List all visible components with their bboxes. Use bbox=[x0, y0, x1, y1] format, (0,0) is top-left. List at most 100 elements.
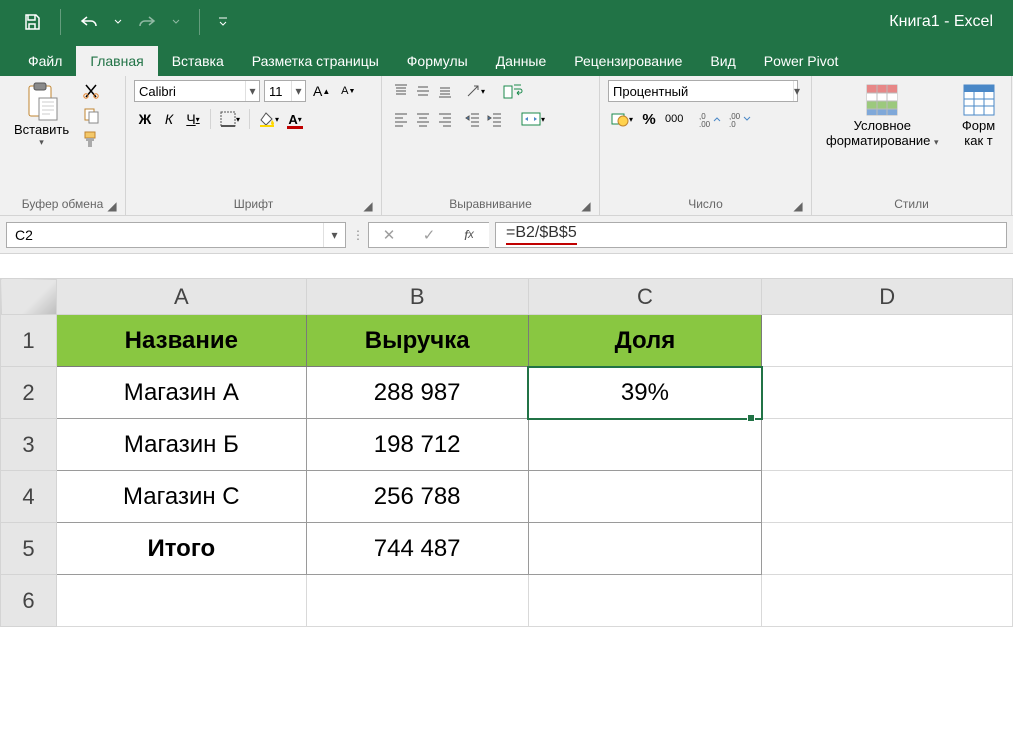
font-color-icon[interactable]: A▾ bbox=[284, 108, 306, 130]
cell-D6[interactable] bbox=[762, 575, 1013, 627]
cell-D4[interactable] bbox=[762, 471, 1013, 523]
tab-view[interactable]: Вид bbox=[696, 46, 749, 76]
font-size-input[interactable] bbox=[265, 84, 291, 99]
tab-file[interactable]: Файл bbox=[14, 46, 76, 76]
col-header-C[interactable]: C bbox=[528, 279, 762, 315]
font-name-input[interactable] bbox=[135, 84, 245, 99]
chevron-down-icon[interactable]: ▾ bbox=[323, 223, 345, 247]
decrease-indent-icon[interactable] bbox=[462, 108, 484, 130]
insert-function-icon[interactable]: fx bbox=[449, 223, 489, 247]
merge-center-icon[interactable]: ▾ bbox=[518, 108, 548, 130]
tab-page-layout[interactable]: Разметка страницы bbox=[238, 46, 393, 76]
align-center-icon[interactable] bbox=[412, 108, 434, 130]
increase-indent-icon[interactable] bbox=[484, 108, 506, 130]
select-all-corner[interactable] bbox=[1, 279, 57, 315]
cell-A3[interactable]: Магазин Б bbox=[56, 419, 306, 471]
cell-B4[interactable]: 256 788 bbox=[306, 471, 528, 523]
font-size-combo[interactable]: ▾ bbox=[264, 80, 306, 102]
align-middle-icon[interactable] bbox=[412, 80, 434, 102]
cell-B3[interactable]: 198 712 bbox=[306, 419, 528, 471]
cell-A4[interactable]: Магазин С bbox=[56, 471, 306, 523]
fill-handle[interactable] bbox=[747, 414, 755, 422]
enter-formula-icon[interactable]: ✓ bbox=[409, 223, 449, 247]
cell-A1[interactable]: Название bbox=[56, 315, 306, 367]
orientation-icon[interactable]: ▾ bbox=[462, 80, 488, 102]
row-header-6[interactable]: 6 bbox=[1, 575, 57, 627]
cell-D5[interactable] bbox=[762, 523, 1013, 575]
align-top-icon[interactable] bbox=[390, 80, 412, 102]
chevron-down-icon[interactable]: ▾ bbox=[291, 81, 305, 101]
tab-powerpivot[interactable]: Power Pivot bbox=[750, 46, 853, 76]
chevron-down-icon[interactable]: ▾ bbox=[793, 81, 800, 101]
spreadsheet-grid[interactable]: A B C D 1 Название Выручка Доля 2 Магази… bbox=[0, 278, 1013, 627]
cell-D1[interactable] bbox=[762, 315, 1013, 367]
fill-color-icon[interactable]: ▾ bbox=[256, 108, 282, 130]
accounting-format-icon[interactable]: ▾ bbox=[608, 108, 636, 130]
conditional-formatting-button[interactable]: Условное форматирование ▾ bbox=[820, 80, 945, 150]
number-launcher[interactable]: ◢ bbox=[791, 199, 805, 213]
row-header-3[interactable]: 3 bbox=[1, 419, 57, 471]
font-launcher[interactable]: ◢ bbox=[361, 199, 375, 213]
cell-B1[interactable]: Выручка bbox=[306, 315, 528, 367]
comma-format-icon[interactable]: 000 bbox=[662, 108, 686, 130]
cell-C2[interactable]: 39% bbox=[528, 367, 762, 419]
increase-font-icon[interactable]: A▲ bbox=[310, 80, 333, 102]
col-header-D[interactable]: D bbox=[762, 279, 1013, 315]
row-header-4[interactable]: 4 bbox=[1, 471, 57, 523]
save-icon[interactable] bbox=[18, 8, 46, 36]
cell-A5[interactable]: Итого bbox=[56, 523, 306, 575]
borders-icon[interactable]: ▾ bbox=[217, 108, 243, 130]
bold-button[interactable]: Ж bbox=[134, 108, 156, 130]
cell-C6[interactable] bbox=[528, 575, 762, 627]
decrease-decimal-icon[interactable]: ,00,0 bbox=[726, 108, 754, 130]
tab-insert[interactable]: Вставка bbox=[158, 46, 238, 76]
tab-data[interactable]: Данные bbox=[482, 46, 561, 76]
formula-bar-splitter[interactable]: ⋮ bbox=[352, 228, 362, 242]
name-box-input[interactable] bbox=[7, 227, 323, 243]
number-format-input[interactable] bbox=[609, 84, 793, 99]
cell-C3[interactable] bbox=[528, 419, 762, 471]
cell-A6[interactable] bbox=[56, 575, 306, 627]
cancel-formula-icon[interactable]: ✕ bbox=[369, 223, 409, 247]
name-box[interactable]: ▾ bbox=[6, 222, 346, 248]
row-header-1[interactable]: 1 bbox=[1, 315, 57, 367]
copy-icon[interactable] bbox=[79, 104, 103, 126]
format-painter-icon[interactable] bbox=[79, 128, 103, 150]
italic-button[interactable]: К bbox=[158, 108, 180, 130]
tab-review[interactable]: Рецензирование bbox=[560, 46, 696, 76]
align-bottom-icon[interactable] bbox=[434, 80, 456, 102]
col-header-B[interactable]: B bbox=[306, 279, 528, 315]
cell-D3[interactable] bbox=[762, 419, 1013, 471]
redo-icon[interactable] bbox=[133, 8, 161, 36]
clipboard-launcher[interactable]: ◢ bbox=[105, 199, 119, 213]
cut-icon[interactable] bbox=[79, 80, 103, 102]
cell-C1[interactable]: Доля bbox=[528, 315, 762, 367]
align-left-icon[interactable] bbox=[390, 108, 412, 130]
qat-customize[interactable] bbox=[214, 8, 232, 36]
percent-format-icon[interactable]: % bbox=[638, 108, 660, 130]
underline-button[interactable]: Ч▾ bbox=[182, 108, 204, 130]
cell-C4[interactable] bbox=[528, 471, 762, 523]
undo-icon[interactable] bbox=[75, 8, 103, 36]
tab-formulas[interactable]: Формулы bbox=[393, 46, 482, 76]
cell-B5[interactable]: 744 487 bbox=[306, 523, 528, 575]
number-format-combo[interactable]: ▾ bbox=[608, 80, 798, 102]
chevron-down-icon[interactable]: ▾ bbox=[245, 81, 259, 101]
tab-home[interactable]: Главная bbox=[76, 46, 157, 76]
align-right-icon[interactable] bbox=[434, 108, 456, 130]
formula-bar-input[interactable]: =B2/$B$5 bbox=[495, 222, 1007, 248]
cell-B2[interactable]: 288 987 bbox=[306, 367, 528, 419]
redo-dropdown[interactable] bbox=[167, 8, 185, 36]
paste-button[interactable]: Вставить ▾ bbox=[8, 80, 75, 150]
row-header-2[interactable]: 2 bbox=[1, 367, 57, 419]
col-header-A[interactable]: A bbox=[56, 279, 306, 315]
cell-D2[interactable] bbox=[762, 367, 1013, 419]
font-name-combo[interactable]: ▾ bbox=[134, 80, 260, 102]
cell-C5[interactable] bbox=[528, 523, 762, 575]
alignment-launcher[interactable]: ◢ bbox=[579, 199, 593, 213]
row-header-5[interactable]: 5 bbox=[1, 523, 57, 575]
cell-A2[interactable]: Магазин А bbox=[56, 367, 306, 419]
decrease-font-icon[interactable]: A▼ bbox=[337, 80, 359, 102]
wrap-text-icon[interactable] bbox=[500, 80, 526, 102]
increase-decimal-icon[interactable]: ,0,00 bbox=[696, 108, 724, 130]
